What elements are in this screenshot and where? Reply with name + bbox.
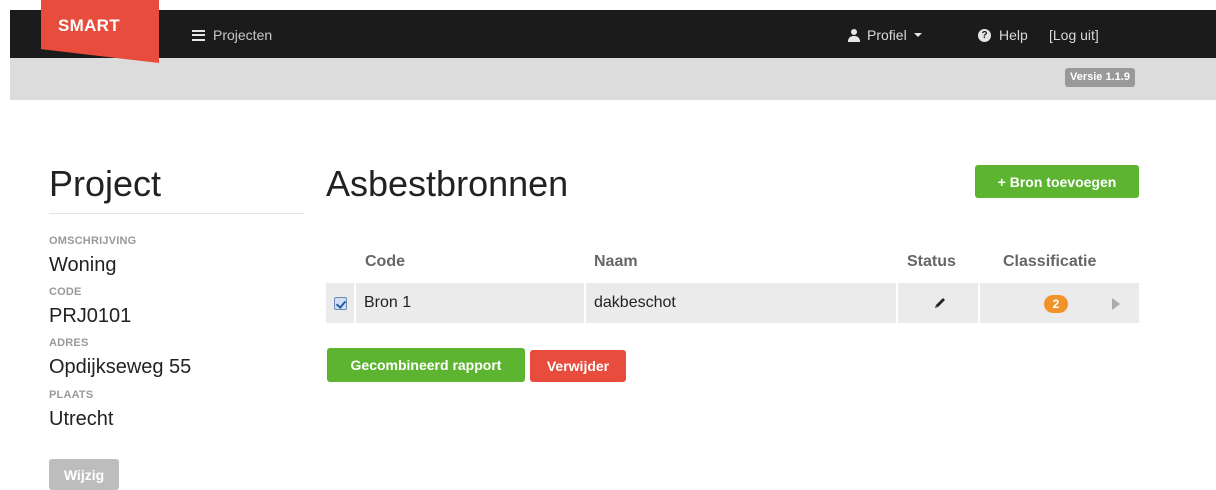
version-badge: Versie 1.1.9 <box>1065 68 1135 87</box>
combined-report-button[interactable]: Gecombineerd rapport <box>327 348 525 382</box>
table-row[interactable]: Bron 1 dakbeschot 2 <box>326 283 1139 323</box>
profile-menu[interactable]: Profiel <box>848 27 922 43</box>
delete-button[interactable]: Verwijder <box>530 350 626 382</box>
question-icon: ? <box>978 28 991 42</box>
classificatie-count-badge: 2 <box>1044 295 1068 313</box>
brand-label: SMART <box>58 16 120 35</box>
page-title: Asbestbronnen <box>326 163 569 204</box>
sub-header: Versie 1.1.9 <box>10 58 1216 100</box>
profile-label: Profiel <box>867 27 907 43</box>
status-cell <box>898 283 980 323</box>
column-header-code[interactable]: Code <box>365 253 405 271</box>
row-select-cell <box>326 283 356 323</box>
nav-projecten-label: Projecten <box>213 27 273 43</box>
classificatie-cell: 2 <box>980 283 1139 323</box>
column-header-classificatie[interactable]: Classificatie <box>1003 253 1096 271</box>
code-cell: Bron 1 <box>356 283 586 323</box>
field-label-plaats: PLAATS <box>49 389 94 401</box>
field-value-code: PRJ0101 <box>49 305 132 327</box>
list-icon <box>192 29 205 41</box>
row-naam: dakbeschot <box>594 294 676 311</box>
column-header-status[interactable]: Status <box>907 253 956 271</box>
column-header-naam[interactable]: Naam <box>594 253 638 271</box>
add-source-button[interactable]: + Bron toevoegen <box>975 165 1139 198</box>
play-arrow-icon[interactable] <box>1112 298 1120 310</box>
row-checkbox[interactable] <box>334 297 347 310</box>
field-value-adres: Opdijkseweg 55 <box>49 356 192 378</box>
row-code: Bron 1 <box>364 294 412 311</box>
nav-projecten[interactable]: Projecten <box>192 27 272 43</box>
logout-link[interactable]: [Log uit] <box>1049 27 1099 43</box>
pencil-icon[interactable] <box>933 296 947 310</box>
top-navbar: Projecten Profiel ? Help [Log uit] <box>10 10 1216 58</box>
field-label-omschrijving: OMSCHRIJVING <box>49 235 137 247</box>
divider <box>49 213 304 214</box>
project-title: Project <box>49 163 162 204</box>
field-value-plaats: Utrecht <box>49 408 114 430</box>
naam-cell: dakbeschot <box>586 283 898 323</box>
caret-down-icon <box>913 33 922 37</box>
field-label-code: CODE <box>49 286 82 298</box>
user-icon <box>848 28 860 42</box>
help-link[interactable]: ? Help <box>978 27 1028 43</box>
edit-project-button[interactable]: Wijzig <box>49 459 119 490</box>
field-value-omschrijving: Woning <box>49 254 117 276</box>
field-label-adres: ADRES <box>49 337 89 349</box>
help-label: Help <box>999 27 1028 43</box>
